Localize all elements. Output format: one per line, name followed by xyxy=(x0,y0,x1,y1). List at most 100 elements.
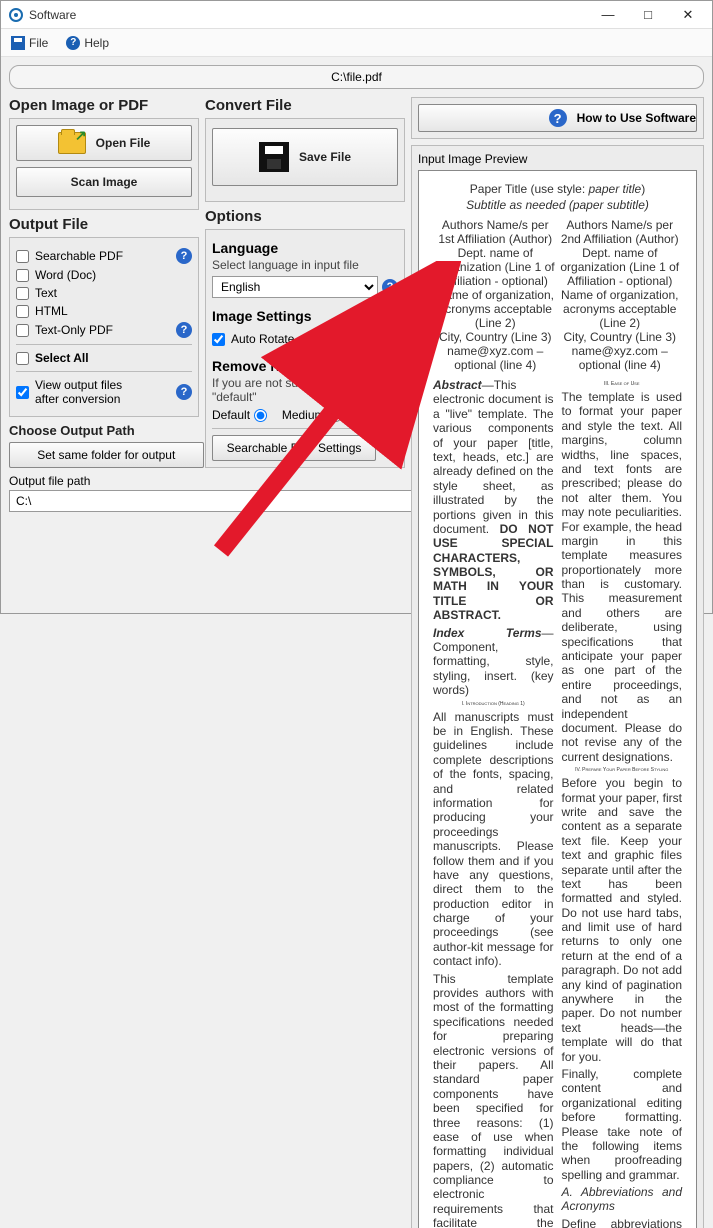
scan-image-label: Scan Image xyxy=(71,175,138,189)
radio[interactable] xyxy=(385,409,398,422)
convert-heading: Convert File xyxy=(205,97,405,114)
output-path-value: C:\ xyxy=(16,494,31,508)
deskew-check[interactable]: Deskew xyxy=(307,332,398,346)
options-group: Language Select language in input file E… xyxy=(205,229,405,468)
open-group: Open File Scan Image xyxy=(9,118,199,210)
check-select-all[interactable]: Select All xyxy=(16,351,192,365)
howto-button[interactable]: ? How to Use Software xyxy=(418,104,697,132)
image-settings-label: Image Settings xyxy=(212,308,398,324)
noise-default[interactable]: Default xyxy=(212,408,267,422)
close-button[interactable]: ✕ xyxy=(668,3,708,27)
menu-file[interactable]: File xyxy=(7,34,52,52)
howto-group: ? How to Use Software xyxy=(411,97,704,139)
auto-rotate-check[interactable]: Auto Rotate xyxy=(212,332,303,346)
save-icon xyxy=(259,142,289,172)
howto-label: How to Use Software xyxy=(577,111,696,125)
help-icon[interactable]: ? xyxy=(382,440,398,456)
language-hint: Select language in input file xyxy=(212,258,398,272)
scan-image-button[interactable]: Scan Image xyxy=(16,167,192,197)
check-html[interactable]: HTML xyxy=(16,304,192,318)
maximize-button[interactable]: □ xyxy=(628,3,668,27)
menu-file-label: File xyxy=(29,36,48,50)
noise-medium[interactable]: Medium xyxy=(282,408,342,422)
label: Searchable PDF Settings xyxy=(227,441,362,455)
label: Medium xyxy=(282,408,325,422)
options-heading: Options xyxy=(205,208,405,225)
check-text[interactable]: Text xyxy=(16,286,192,300)
checkbox[interactable] xyxy=(16,250,29,263)
window-title: Software xyxy=(29,8,588,22)
separator xyxy=(16,371,192,372)
help-icon[interactable]: ? xyxy=(176,322,192,338)
label: Default xyxy=(212,408,250,422)
choose-path-heading: Choose Output Path xyxy=(9,423,199,438)
author-row: Authors Name/s per 1st Affiliation (Auth… xyxy=(433,218,682,372)
separator xyxy=(212,428,398,429)
label: Text xyxy=(35,286,57,300)
label: View output files after conversion xyxy=(35,378,122,406)
same-folder-button[interactable]: Set same folder for output xyxy=(9,442,204,468)
author-block-2: Authors Name/s per 2nd Affiliation (Auth… xyxy=(558,218,683,372)
menu-help-label: Help xyxy=(84,36,109,50)
file-path-bar: C:\file.pdf xyxy=(9,65,704,89)
help-icon[interactable]: ? xyxy=(176,384,192,400)
noise-hint: If you are not sure, keep it as "default… xyxy=(212,376,398,404)
checkbox[interactable] xyxy=(212,333,225,346)
label: Select All xyxy=(35,351,89,365)
noise-high[interactable]: High xyxy=(356,408,398,422)
checkbox[interactable] xyxy=(16,324,29,337)
separator xyxy=(16,344,192,345)
save-file-button[interactable]: Save File xyxy=(212,128,398,186)
checkbox[interactable] xyxy=(16,386,29,399)
minimize-button[interactable]: — xyxy=(588,3,628,27)
radio[interactable] xyxy=(329,409,342,422)
menu-help[interactable]: ? Help xyxy=(62,34,113,52)
folder-icon xyxy=(58,132,86,154)
save-file-label: Save File xyxy=(299,150,351,164)
output-heading: Output File xyxy=(9,216,199,233)
checkbox[interactable] xyxy=(307,333,320,346)
pdf-settings-button[interactable]: Searchable PDF Settings xyxy=(212,435,376,461)
label: Deskew xyxy=(326,332,369,346)
label: High xyxy=(356,408,381,422)
paper-col-left: Abstract—This electronic document is a "… xyxy=(433,378,554,1228)
help-icon: ? xyxy=(549,109,567,127)
title-bar: Software — □ ✕ xyxy=(1,1,712,29)
paper-subtitle: Subtitle as needed (paper subtitle) xyxy=(433,198,682,212)
checkbox[interactable] xyxy=(16,305,29,318)
preview-group: Input Image Preview Paper Title (use sty… xyxy=(411,145,704,1228)
help-icon[interactable]: ? xyxy=(176,248,192,264)
checkbox[interactable] xyxy=(16,352,29,365)
help-icon: ? xyxy=(66,36,80,50)
label: Word (Doc) xyxy=(35,268,96,282)
check-searchable-pdf[interactable]: Searchable PDF? xyxy=(16,248,192,264)
convert-group: Save File xyxy=(205,118,405,202)
open-file-button[interactable]: Open File xyxy=(16,125,192,161)
language-label: Language xyxy=(212,240,398,256)
open-file-label: Open File xyxy=(96,136,151,150)
checkbox[interactable] xyxy=(16,269,29,282)
help-icon[interactable]: ? xyxy=(382,279,398,295)
label: Searchable PDF xyxy=(35,249,123,263)
paper-title: Paper Title (use style: paper title) xyxy=(433,181,682,196)
check-textonly-pdf[interactable]: Text-Only PDF? xyxy=(16,322,192,338)
check-word[interactable]: Word (Doc) xyxy=(16,268,192,282)
preview-label: Input Image Preview xyxy=(418,152,697,166)
language-select[interactable]: English xyxy=(212,276,378,298)
author-block-1: Authors Name/s per 1st Affiliation (Auth… xyxy=(433,218,558,372)
preview-canvas: Paper Title (use style: paper title) Sub… xyxy=(418,170,697,1228)
label: Auto Rotate xyxy=(231,332,294,346)
output-group: Searchable PDF? Word (Doc) Text HTML Tex… xyxy=(9,237,199,417)
label: Set same folder for output xyxy=(37,448,175,462)
file-path-text: C:\file.pdf xyxy=(331,70,382,84)
label: HTML xyxy=(35,304,68,318)
open-heading: Open Image or PDF xyxy=(9,97,199,114)
menu-bar: File ? Help xyxy=(1,29,712,57)
checkbox[interactable] xyxy=(16,287,29,300)
check-view-output[interactable]: View output files after conversion? xyxy=(16,378,192,406)
label: Text-Only PDF xyxy=(35,323,113,337)
paper-body: Abstract—This electronic document is a "… xyxy=(433,378,682,1228)
app-icon xyxy=(9,8,23,22)
radio[interactable] xyxy=(254,409,267,422)
noise-label: Remove Noise in Image xyxy=(212,358,398,374)
